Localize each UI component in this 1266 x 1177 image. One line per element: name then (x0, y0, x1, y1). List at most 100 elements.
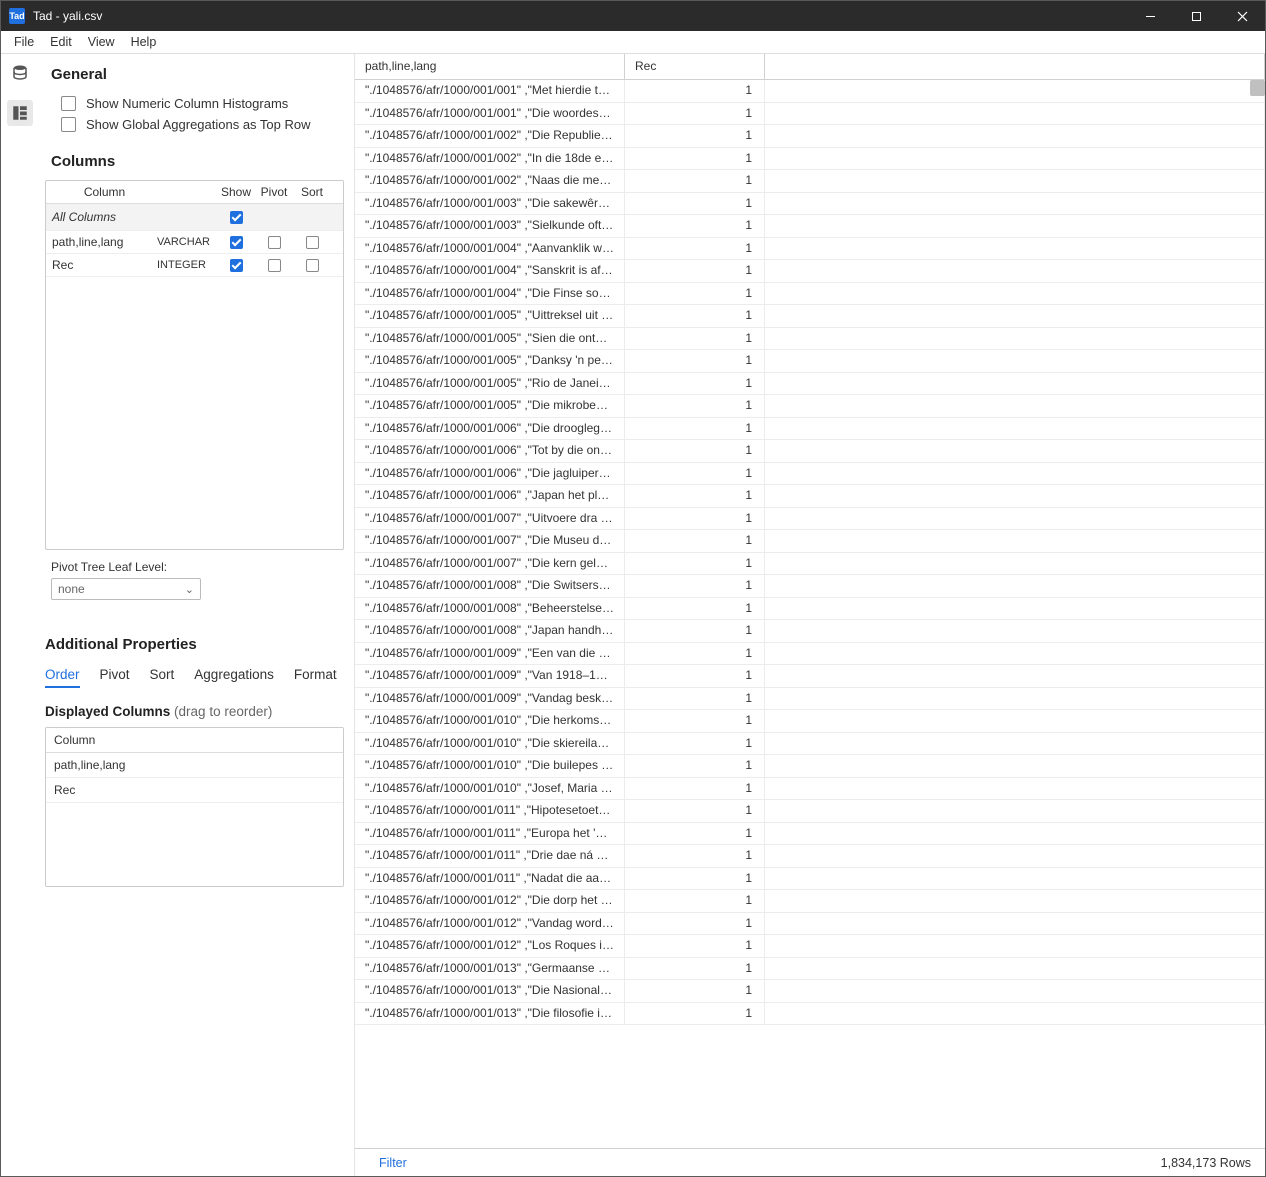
maximize-button[interactable] (1173, 1, 1219, 31)
table-row[interactable]: "./1048576/afr/1000/001/012" ,"Vandag wo… (355, 913, 1265, 936)
cell-empty (765, 643, 1265, 665)
cell-path: "./1048576/afr/1000/001/007" ,"Uitvoere … (355, 508, 625, 530)
table-row[interactable]: "./1048576/afr/1000/001/002" ,"Naas die … (355, 170, 1265, 193)
table-row[interactable]: "./1048576/afr/1000/001/003" ,"Sielkunde… (355, 215, 1265, 238)
sort-checkbox[interactable] (306, 259, 319, 272)
menu-file[interactable]: File (7, 33, 41, 51)
table-row[interactable]: "./1048576/afr/1000/001/011" ,"Europa he… (355, 823, 1265, 846)
cell-empty (765, 215, 1265, 237)
cell-path: "./1048576/afr/1000/001/006" ,"Japan het… (355, 485, 625, 507)
database-icon[interactable] (7, 60, 33, 86)
close-button[interactable] (1219, 1, 1265, 31)
table-row[interactable]: "./1048576/afr/1000/001/012" ,"Los Roque… (355, 935, 1265, 958)
table-row[interactable]: "./1048576/afr/1000/001/007" ,"Die Museu… (355, 530, 1265, 553)
table-row[interactable]: "./1048576/afr/1000/001/002" ,"In die 18… (355, 148, 1265, 171)
table-row[interactable]: "./1048576/afr/1000/001/001" ,"Die woord… (355, 103, 1265, 126)
show-checkbox[interactable] (230, 259, 243, 272)
checkbox-icon[interactable] (61, 96, 76, 111)
table-row[interactable]: "./1048576/afr/1000/001/007" ,"Die kern … (355, 553, 1265, 576)
table-row[interactable]: "./1048576/afr/1000/001/011" ,"Hipoteset… (355, 800, 1265, 823)
sidebar-icons (1, 54, 39, 1176)
table-row[interactable]: "./1048576/afr/1000/001/005" ,"Sien die … (355, 328, 1265, 351)
menu-edit[interactable]: Edit (43, 33, 79, 51)
cell-path: "./1048576/afr/1000/001/013" ,"Die Nasio… (355, 980, 625, 1002)
table-row[interactable]: "./1048576/afr/1000/001/006" ,"Die droog… (355, 418, 1265, 441)
cell-empty (765, 395, 1265, 417)
tab-aggregations[interactable]: Aggregations (194, 667, 274, 688)
pivot-leaf-select[interactable]: none ⌄ (51, 578, 201, 600)
grid-header-path[interactable]: path,line,lang (355, 54, 625, 79)
table-row[interactable]: "./1048576/afr/1000/001/010" ,"Die skier… (355, 733, 1265, 756)
grid-scroll[interactable]: path,line,lang Rec "./1048576/afr/1000/0… (355, 54, 1265, 1148)
table-row[interactable]: "./1048576/afr/1000/001/010" ,"Die herko… (355, 710, 1265, 733)
displayed-item[interactable]: Rec (46, 778, 343, 803)
cell-path: "./1048576/afr/1000/001/011" ,"Europa he… (355, 823, 625, 845)
col-header-show: Show (217, 185, 255, 199)
table-row[interactable]: "./1048576/afr/1000/001/013" ,"Die filos… (355, 1003, 1265, 1026)
opt-histograms-row[interactable]: Show Numeric Column Histograms (45, 93, 344, 114)
table-row[interactable]: "./1048576/afr/1000/001/008" ,"Japan han… (355, 620, 1265, 643)
table-row[interactable]: "./1048576/afr/1000/001/009" ,"Vandag be… (355, 688, 1265, 711)
cell-empty (765, 665, 1265, 687)
vertical-scrollbar-thumb[interactable] (1250, 80, 1265, 96)
table-row[interactable]: "./1048576/afr/1000/001/011" ,"Nadat die… (355, 868, 1265, 891)
table-row[interactable]: "./1048576/afr/1000/001/004" ,"Sanskrit … (355, 260, 1265, 283)
tab-pivot[interactable]: Pivot (100, 667, 130, 688)
table-row[interactable]: "./1048576/afr/1000/001/008" ,"Beheerste… (355, 598, 1265, 621)
table-row[interactable]: "./1048576/afr/1000/001/005" ,"Rio de Ja… (355, 373, 1265, 396)
table-row[interactable]: "./1048576/afr/1000/001/009" ,"Van 1918–… (355, 665, 1265, 688)
checkbox-icon[interactable] (230, 211, 243, 224)
table-row[interactable]: "./1048576/afr/1000/001/003" ,"Die sakew… (355, 193, 1265, 216)
table-row[interactable]: "./1048576/afr/1000/001/012" ,"Die dorp … (355, 890, 1265, 913)
cell-empty (765, 238, 1265, 260)
opt-globalagg-row[interactable]: Show Global Aggregations as Top Row (45, 114, 344, 135)
table-row[interactable]: "./1048576/afr/1000/001/004" ,"Die Finse… (355, 283, 1265, 306)
pivot-checkbox[interactable] (268, 259, 281, 272)
menu-view[interactable]: View (81, 33, 122, 51)
tab-format[interactable]: Format (294, 667, 337, 688)
table-row[interactable]: "./1048576/afr/1000/001/010" ,"Josef, Ma… (355, 778, 1265, 801)
table-row[interactable]: "./1048576/afr/1000/001/001" ,"Met hierd… (355, 80, 1265, 103)
cell-empty (765, 800, 1265, 822)
cell-rec: 1 (625, 440, 765, 462)
table-row[interactable]: "./1048576/afr/1000/001/006" ,"Japan het… (355, 485, 1265, 508)
cell-path: "./1048576/afr/1000/001/009" ,"Een van d… (355, 643, 625, 665)
table-row[interactable]: "./1048576/afr/1000/001/008" ,"Die Swits… (355, 575, 1265, 598)
filter-link[interactable]: Filter (369, 1156, 407, 1170)
all-columns-row: All Columns (46, 204, 343, 231)
cell-path: "./1048576/afr/1000/001/010" ,"Die herko… (355, 710, 625, 732)
cell-empty (765, 350, 1265, 372)
tab-order[interactable]: Order (45, 667, 80, 688)
cell-rec: 1 (625, 800, 765, 822)
table-row[interactable]: "./1048576/afr/1000/001/007" ,"Uitvoere … (355, 508, 1265, 531)
cell-rec: 1 (625, 328, 765, 350)
show-checkbox[interactable] (230, 236, 243, 249)
grid-footer: Filter 1,834,173 Rows (355, 1148, 1265, 1176)
table-row[interactable]: "./1048576/afr/1000/001/011" ,"Drie dae … (355, 845, 1265, 868)
displayed-item[interactable]: path,line,lang (46, 753, 343, 778)
table-row[interactable]: "./1048576/afr/1000/001/009" ,"Een van d… (355, 643, 1265, 666)
menu-help[interactable]: Help (124, 33, 164, 51)
table-row[interactable]: "./1048576/afr/1000/001/002" ,"Die Repub… (355, 125, 1265, 148)
table-row[interactable]: "./1048576/afr/1000/001/010" ,"Die buile… (355, 755, 1265, 778)
displayed-header: Column (46, 728, 343, 753)
tab-sort[interactable]: Sort (150, 667, 175, 688)
grid-header-rec[interactable]: Rec (625, 54, 765, 79)
table-row[interactable]: "./1048576/afr/1000/001/013" ,"Die Nasio… (355, 980, 1265, 1003)
cell-empty (765, 283, 1265, 305)
cell-empty (765, 418, 1265, 440)
checkbox-icon[interactable] (61, 117, 76, 132)
table-row[interactable]: "./1048576/afr/1000/001/013" ,"Germaanse… (355, 958, 1265, 981)
table-row[interactable]: "./1048576/afr/1000/001/005" ,"Danksy 'n… (355, 350, 1265, 373)
table-row[interactable]: "./1048576/afr/1000/001/004" ,"Aanvankli… (355, 238, 1265, 261)
table-row[interactable]: "./1048576/afr/1000/001/005" ,"Uittrekse… (355, 305, 1265, 328)
table-row[interactable]: "./1048576/afr/1000/001/006" ,"Tot by di… (355, 440, 1265, 463)
layout-icon[interactable] (7, 100, 33, 126)
pivot-checkbox[interactable] (268, 236, 281, 249)
table-row[interactable]: "./1048576/afr/1000/001/006" ,"Die jaglu… (355, 463, 1265, 486)
minimize-button[interactable] (1127, 1, 1173, 31)
sort-checkbox[interactable] (306, 236, 319, 249)
cell-path: "./1048576/afr/1000/001/009" ,"Vandag be… (355, 688, 625, 710)
table-row[interactable]: "./1048576/afr/1000/001/005" ,"Die mikro… (355, 395, 1265, 418)
addprops-heading: Additional Properties (45, 636, 344, 653)
